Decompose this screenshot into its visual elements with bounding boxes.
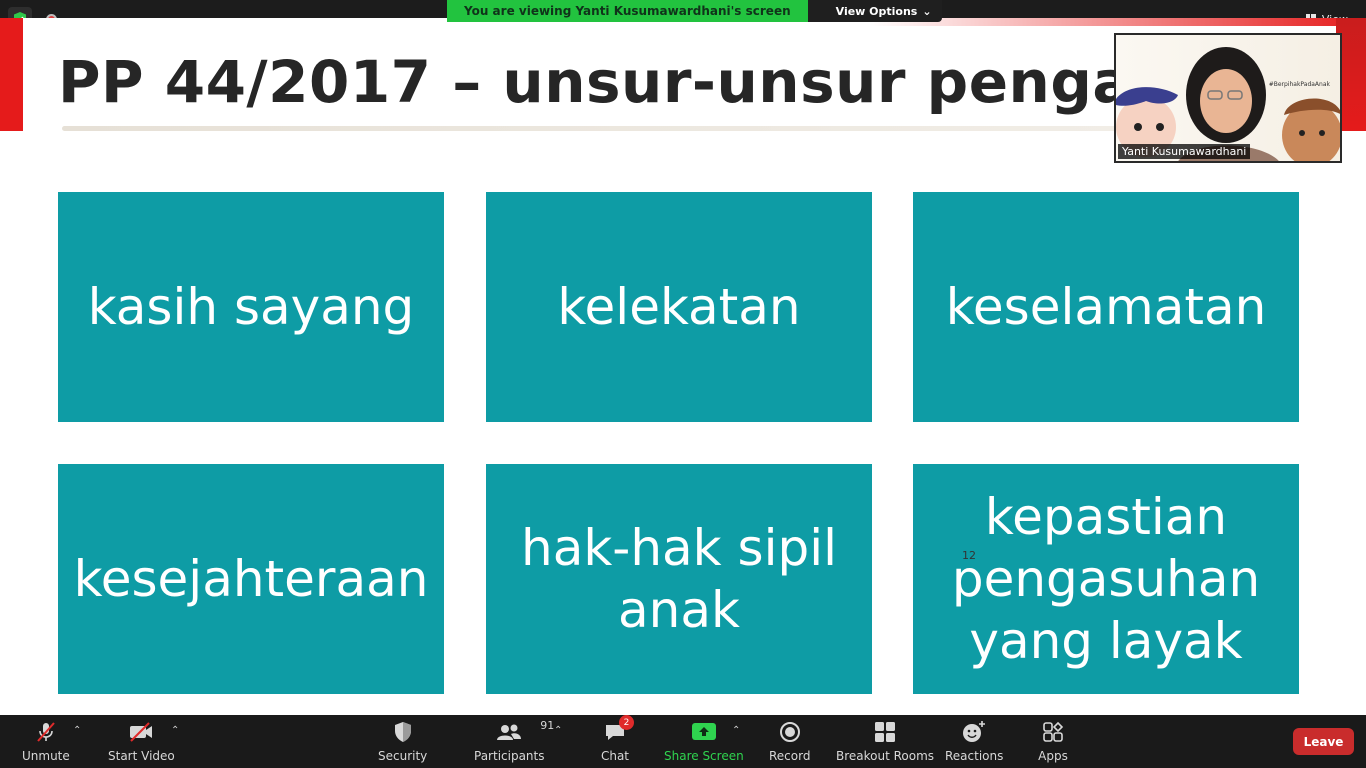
chat-button[interactable]: 2 Chat [598,715,634,763]
participants-options-chevron-icon[interactable]: ⌃ [554,725,562,736]
reactions-label: Reactions [945,749,1004,763]
apps-label: Apps [1038,749,1068,763]
tile-text: kepastian pengasuhan yang layak [951,488,1261,670]
participants-count: 91 [540,719,555,732]
view-options-button[interactable]: View Options ⌄ [807,0,942,22]
record-button[interactable]: Record [769,719,810,763]
video-options-chevron-icon[interactable]: ⌃ [171,725,179,736]
breakout-rooms-grid-icon [868,719,902,745]
tile-text: kelekatan [557,278,801,336]
tile-hak-hak-sipil-anak: hak-hak sipil anak [486,464,872,694]
share-screen-label: Share Screen [664,749,744,763]
audio-options-chevron-icon[interactable]: ⌃ [73,725,81,736]
smiley-plus-icon [957,719,991,745]
breakout-rooms-button[interactable]: Breakout Rooms [836,719,934,763]
tile-text: keselamatan [945,278,1267,336]
security-button[interactable]: Security [378,719,427,763]
chevron-down-icon: ⌄ [922,4,932,18]
reactions-button[interactable]: Reactions [945,719,1003,763]
tile-kepastian-pengasuhan: kepastian pengasuhan yang layak [913,464,1299,694]
unmute-button[interactable]: Unmute [22,719,70,763]
slide-accent-left [0,18,23,131]
title-underline [62,126,1122,131]
slide-page-number: 12 [962,549,976,562]
breakout-rooms-label: Breakout Rooms [836,749,935,763]
share-options-chevron-icon[interactable]: ⌃ [732,725,740,736]
start-video-button[interactable]: Start Video [108,719,175,763]
view-options-label: View Options [835,4,918,18]
participants-icon: 91 [492,719,554,745]
chat-unread-badge: 2 [619,715,634,730]
start-video-label: Start Video [108,749,175,763]
apps-button[interactable]: Apps [1036,719,1070,763]
chat-label: Chat [600,749,630,763]
tile-text: hak-hak sipil anak [521,519,837,639]
shield-icon [386,719,420,745]
tile-kelekatan: kelekatan [486,192,872,422]
tile-kesejahteraan: kesejahteraan [58,464,444,694]
microphone-muted-icon [29,719,63,745]
record-label: Record [769,749,811,763]
viewing-banner-text: You are viewing Yanti Kusumawardhani's s… [447,0,808,22]
participants-button[interactable]: 91 Participants [474,719,554,763]
record-icon [773,719,807,745]
slide-accent-top [870,18,1366,26]
tile-kasih-sayang: kasih sayang [58,192,444,422]
chat-bubble-icon: 2 [598,715,634,745]
security-label: Security [378,749,428,763]
share-screen-arrow-icon [687,719,721,745]
video-camera-off-icon [124,719,158,745]
speaker-video-thumbnail[interactable]: #BerpihakPadaAnak Yanti Kusumawardhani [1114,33,1342,163]
participants-label: Participants [474,749,545,763]
unmute-label: Unmute [22,749,70,763]
tile-text: kasih sayang [87,278,415,336]
meeting-toolbar: Unmute ⌃ Start Video ⌃ Security 91 Parti… [0,715,1366,768]
leave-button[interactable]: Leave [1293,728,1354,755]
apps-icon [1036,719,1070,745]
video-hashtag: #BerpihakPadaAnak [1268,81,1330,88]
viewing-banner: You are viewing Yanti Kusumawardhani's s… [447,0,942,22]
tile-text: kesejahteraan [73,550,429,608]
tile-keselamatan: keselamatan [913,192,1299,422]
participant-name-label: Yanti Kusumawardhani [1118,144,1251,159]
